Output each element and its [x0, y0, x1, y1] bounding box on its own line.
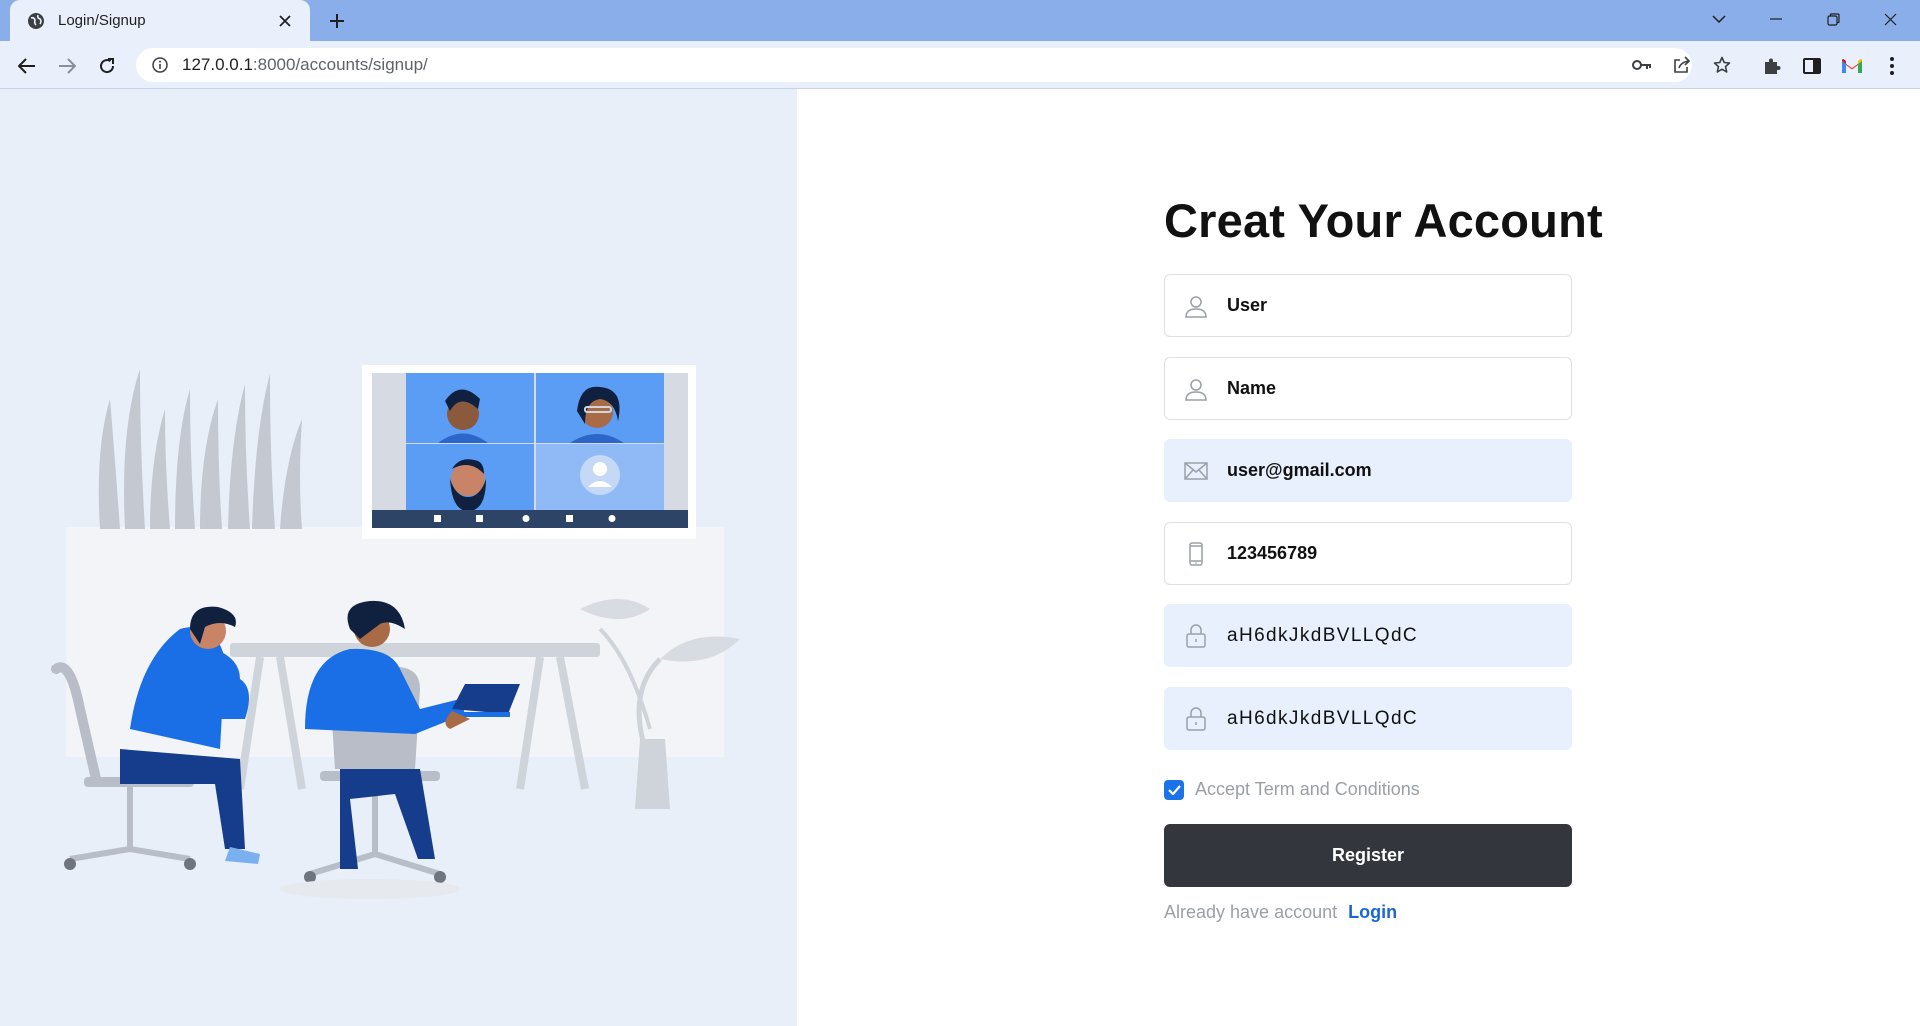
terms-checkbox[interactable] — [1164, 779, 1184, 800]
email-value: user@gmail.com — [1227, 460, 1372, 480]
puzzle-icon[interactable] — [1756, 50, 1788, 82]
name-value: Name — [1227, 378, 1277, 398]
key-icon[interactable] — [1627, 50, 1657, 80]
phone-value: 123456789 — [1227, 543, 1318, 563]
browser-tab-strip: Login/Signup — [0, 0, 1920, 41]
page-content: Creat Your Account User Name user@gmail.… — [0, 89, 1920, 1026]
address-bar[interactable]: 127.0.0.1:8000/accounts/signup/ — [136, 48, 1692, 82]
user-icon — [1165, 357, 1227, 420]
illustration-panel — [0, 89, 797, 1026]
password-value: aH6dkJkdBVLLQdC — [1227, 624, 1419, 646]
url-text: 127.0.0.1:8000/accounts/signup/ — [182, 55, 428, 75]
star-icon[interactable] — [1707, 50, 1737, 80]
close-icon[interactable] — [274, 10, 296, 32]
email-field[interactable]: user@gmail.com — [1164, 439, 1572, 502]
already-have-account-text: Already have account — [1164, 902, 1338, 922]
register-button[interactable]: Register — [1164, 824, 1572, 887]
info-icon[interactable] — [150, 55, 170, 75]
confirm-password-value: aH6dkJkdBVLLQdC — [1227, 707, 1419, 729]
username-value: User — [1227, 295, 1268, 315]
name-field[interactable]: Name — [1164, 357, 1572, 420]
side-panel-icon[interactable] — [1796, 50, 1828, 82]
minimize-icon[interactable] — [1748, 0, 1804, 38]
terms-label[interactable]: Accept Term and Conditions — [1195, 779, 1420, 800]
phone-field[interactable]: 123456789 — [1164, 522, 1572, 585]
back-arrow-icon[interactable] — [11, 50, 43, 82]
login-prompt: Already have account Login — [1164, 902, 1397, 923]
close-icon[interactable] — [1862, 0, 1918, 38]
kebab-menu-icon[interactable] — [1876, 50, 1908, 82]
browser-tab[interactable]: Login/Signup — [10, 0, 310, 41]
lock-icon — [1165, 604, 1227, 667]
username-field[interactable]: User — [1164, 274, 1572, 337]
envelope-icon — [1165, 439, 1227, 502]
url-host: 127.0.0.1 — [182, 55, 253, 74]
user-icon — [1165, 274, 1227, 337]
page-title: Creat Your Account — [1164, 194, 1603, 247]
confirm-password-field[interactable]: aH6dkJkdBVLLQdC — [1164, 687, 1572, 750]
video-meeting-illustration — [51, 365, 740, 899]
browser-toolbar: 127.0.0.1:8000/accounts/signup/ — [0, 41, 1920, 89]
tab-title: Login/Signup — [58, 12, 146, 29]
checkmark-icon — [1167, 784, 1181, 795]
phone-icon — [1165, 522, 1227, 585]
terms-row: Accept Term and Conditions — [1164, 779, 1420, 800]
forward-arrow-icon[interactable] — [51, 50, 83, 82]
globe-icon — [26, 11, 46, 31]
plus-icon[interactable] — [322, 6, 352, 36]
restore-icon[interactable] — [1805, 0, 1861, 38]
password-field[interactable]: aH6dkJkdBVLLQdC — [1164, 604, 1572, 667]
gmail-icon[interactable] — [1836, 50, 1868, 82]
lock-icon — [1165, 687, 1227, 750]
reload-icon[interactable] — [91, 50, 123, 82]
chevron-down-icon[interactable] — [1691, 0, 1747, 38]
login-link[interactable]: Login — [1348, 902, 1397, 922]
share-icon[interactable] — [1667, 50, 1697, 80]
url-path: :8000/accounts/signup/ — [252, 55, 428, 74]
